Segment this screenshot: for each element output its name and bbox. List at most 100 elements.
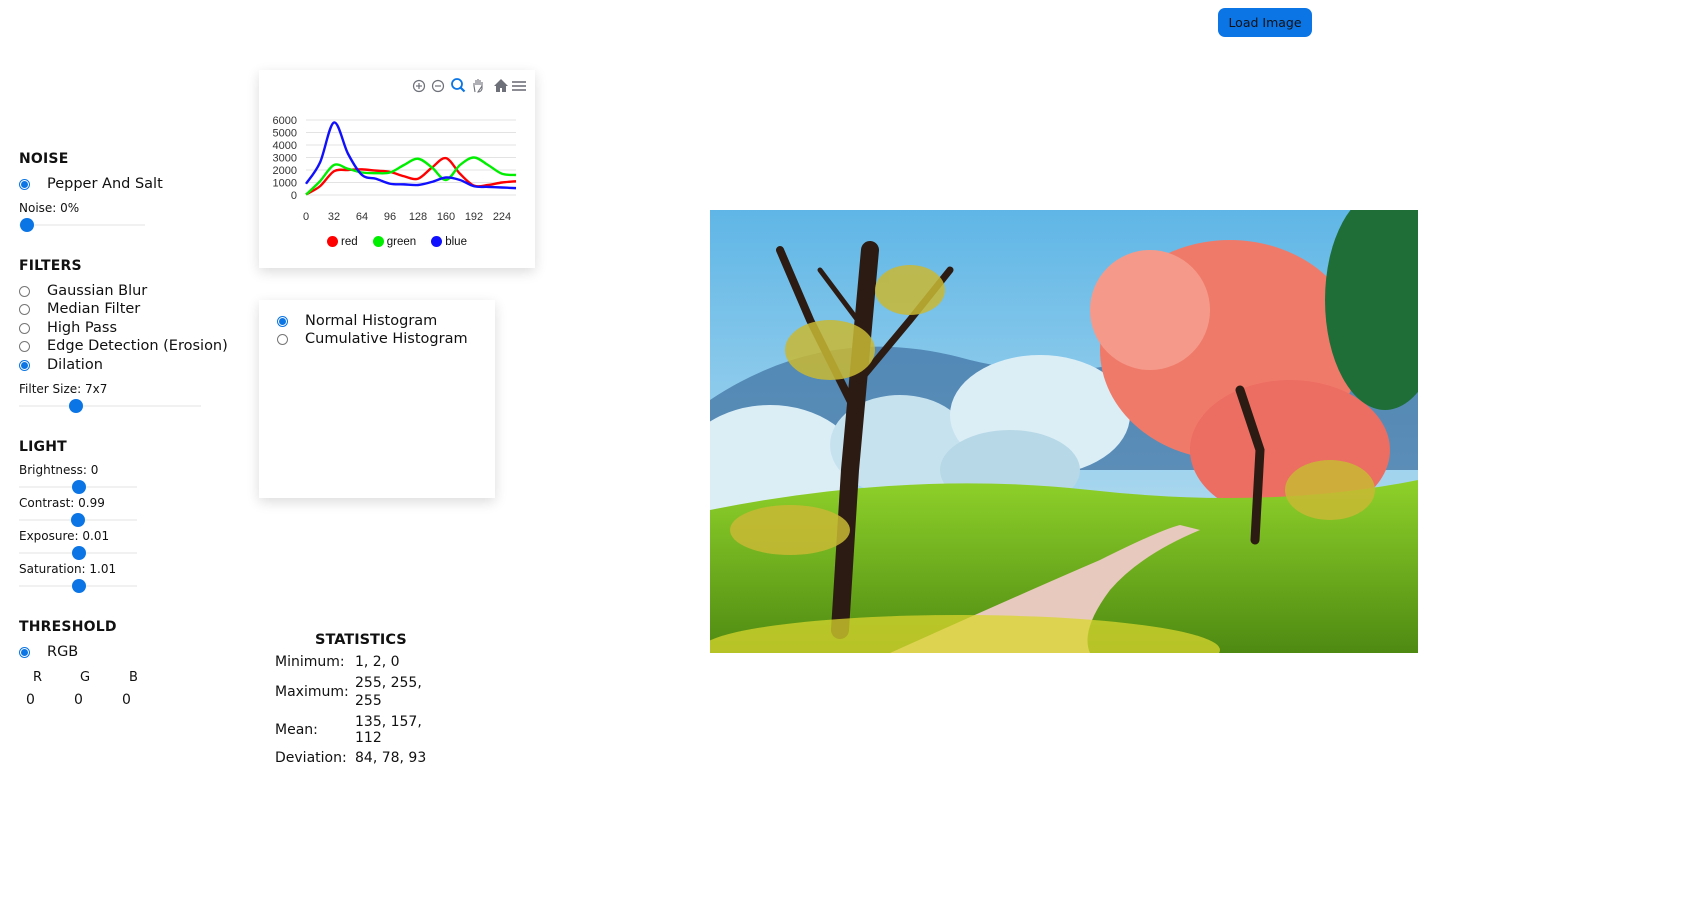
home-icon[interactable] bbox=[494, 79, 508, 92]
gaussian-blur-label: Gaussian Blur bbox=[47, 283, 148, 299]
stats-label-maximum: Maximum: bbox=[275, 684, 349, 700]
statistics-table: Minimum: 1, 2, 0 Maximum: 255, 255, 255 … bbox=[275, 652, 429, 768]
light-section-title: LIGHT bbox=[19, 439, 67, 455]
chart-legend: red green blue bbox=[259, 232, 535, 251]
saturation-label: Saturation: 1.01 bbox=[19, 562, 117, 576]
stats-label-deviation: Deviation: bbox=[275, 750, 347, 766]
cumulative-histogram-label: Cumulative Histogram bbox=[305, 331, 468, 347]
brightness-label: Brightness: 0 bbox=[19, 463, 99, 477]
x-tick-label: 128 bbox=[409, 211, 427, 223]
y-tick-label: 6000 bbox=[273, 115, 297, 127]
filter-option-dilation[interactable]: Dilation bbox=[19, 357, 103, 373]
contrast-slider-thumb[interactable] bbox=[71, 513, 85, 527]
noise-slider-label: Noise: 0% bbox=[19, 201, 80, 215]
threshold-section-title: THRESHOLD bbox=[19, 619, 117, 635]
statistics-title: STATISTICS bbox=[315, 632, 407, 648]
legend-dot-green bbox=[372, 236, 384, 247]
filter-option-high-pass[interactable]: High Pass bbox=[19, 320, 117, 336]
median-filter-radio[interactable] bbox=[19, 303, 30, 315]
legend-item-green[interactable]: green bbox=[372, 235, 417, 248]
edge-detection-radio[interactable] bbox=[19, 340, 30, 352]
normal-histogram-label: Normal Histogram bbox=[305, 313, 438, 329]
y-tick-label: 3000 bbox=[273, 153, 297, 165]
threshold-channel-g-label: G bbox=[80, 670, 91, 685]
zoom-out-icon[interactable] bbox=[431, 79, 445, 93]
pepper-salt-radio[interactable] bbox=[19, 178, 30, 190]
high-pass-radio[interactable] bbox=[19, 322, 30, 334]
x-tick-label: 192 bbox=[465, 211, 483, 223]
noise-option-pepper-salt[interactable]: Pepper And Salt bbox=[19, 176, 163, 192]
stats-label-mean: Mean: bbox=[275, 722, 318, 738]
filter-option-gaussian-blur[interactable]: Gaussian Blur bbox=[19, 283, 147, 299]
menu-icon[interactable] bbox=[512, 81, 526, 91]
exposure-label: Exposure: 0.01 bbox=[19, 529, 110, 543]
saturation-slider-thumb[interactable] bbox=[72, 579, 86, 593]
high-pass-label: High Pass bbox=[47, 320, 118, 336]
contrast-label: Contrast: 0.99 bbox=[19, 496, 105, 510]
stats-value-mean: 135, 157, 112 bbox=[355, 714, 422, 746]
legend-item-red[interactable]: red bbox=[327, 236, 358, 248]
noise-slider-thumb[interactable] bbox=[20, 218, 34, 232]
x-tick-label: 224 bbox=[493, 211, 511, 223]
legend-dot-red bbox=[327, 236, 338, 247]
contrast-slider[interactable] bbox=[19, 513, 137, 527]
x-tick-label: 32 bbox=[328, 211, 340, 223]
threshold-channel-r-label: R bbox=[33, 670, 43, 685]
stats-row-maximum: Maximum: 255, 255, 255 bbox=[275, 672, 429, 712]
pepper-salt-label: Pepper And Salt bbox=[47, 176, 163, 192]
edge-detection-label: Edge Detection (Erosion) bbox=[47, 338, 228, 354]
filter-option-median[interactable]: Median Filter bbox=[19, 301, 140, 317]
filter-size-slider-thumb[interactable] bbox=[69, 399, 83, 413]
stats-value-deviation: 84, 78, 93 bbox=[355, 750, 427, 766]
noise-section-title: NOISE bbox=[19, 151, 69, 167]
y-tick-label: 2000 bbox=[273, 165, 297, 177]
histogram-mode-card: Normal Histogram Cumulative Histogram bbox=[259, 300, 495, 498]
y-tick-label: 4000 bbox=[273, 140, 297, 152]
stats-row-deviation: Deviation: 84, 78, 93 bbox=[275, 748, 429, 768]
filter-option-edge-detection[interactable]: Edge Detection (Erosion) bbox=[19, 338, 228, 354]
noise-slider[interactable] bbox=[19, 218, 145, 232]
threshold-option-rgb[interactable]: RGB bbox=[19, 644, 78, 660]
series-line-green[interactable] bbox=[305, 156, 517, 196]
brightness-slider-thumb[interactable] bbox=[72, 480, 86, 494]
legend-label-blue: blue bbox=[445, 235, 467, 248]
exposure-slider[interactable] bbox=[19, 546, 137, 560]
filters-section-title: FILTERS bbox=[19, 258, 82, 274]
brightness-slider[interactable] bbox=[19, 480, 137, 494]
load-image-button[interactable]: Load Image bbox=[1218, 8, 1312, 37]
y-tick-label: 0 bbox=[291, 190, 297, 202]
cumulative-histogram-option[interactable]: Cumulative Histogram bbox=[277, 331, 468, 347]
legend-label-red: red bbox=[341, 235, 358, 248]
saturation-slider[interactable] bbox=[19, 579, 137, 593]
pan-icon[interactable] bbox=[473, 79, 483, 93]
filter-size-slider[interactable] bbox=[19, 399, 201, 413]
chart-toolbar bbox=[412, 78, 526, 93]
stats-value-minimum: 1, 2, 0 bbox=[355, 654, 400, 670]
filter-size-label: Filter Size: 7x7 bbox=[19, 382, 108, 396]
rgb-radio[interactable] bbox=[19, 646, 30, 658]
normal-histogram-option[interactable]: Normal Histogram bbox=[277, 313, 437, 329]
threshold-r-value[interactable]: 0 bbox=[26, 692, 35, 708]
normal-histogram-radio[interactable] bbox=[277, 315, 288, 327]
zoom-select-icon[interactable] bbox=[451, 78, 466, 93]
zoom-in-icon[interactable] bbox=[412, 79, 426, 93]
exposure-slider-thumb[interactable] bbox=[72, 546, 86, 560]
threshold-channel-b-label: B bbox=[129, 670, 138, 685]
threshold-g-value[interactable]: 0 bbox=[74, 692, 83, 708]
gaussian-blur-radio[interactable] bbox=[19, 285, 30, 297]
cumulative-histogram-radio[interactable] bbox=[277, 333, 288, 345]
y-tick-label: 5000 bbox=[273, 128, 297, 140]
stats-value-maximum: 255, 255, 255 bbox=[355, 675, 422, 709]
stats-label-minimum: Minimum: bbox=[275, 654, 345, 670]
stats-row-mean: Mean: 135, 157, 112 bbox=[275, 712, 429, 748]
threshold-b-value[interactable]: 0 bbox=[122, 692, 131, 708]
legend-dot-blue bbox=[431, 236, 443, 247]
histogram-chart-card: 0 1000 2000 3000 4000 5000 6000 0 32 64 96 128 160 19… bbox=[259, 70, 535, 268]
stats-row-minimum: Minimum: 1, 2, 0 bbox=[275, 652, 429, 672]
dilation-label: Dilation bbox=[47, 357, 103, 373]
dilation-radio[interactable] bbox=[19, 359, 30, 371]
image-preview bbox=[710, 210, 1418, 653]
legend-label-green: green bbox=[386, 235, 417, 248]
legend-item-blue[interactable]: blue bbox=[431, 236, 467, 248]
rgb-label: RGB bbox=[47, 644, 79, 660]
